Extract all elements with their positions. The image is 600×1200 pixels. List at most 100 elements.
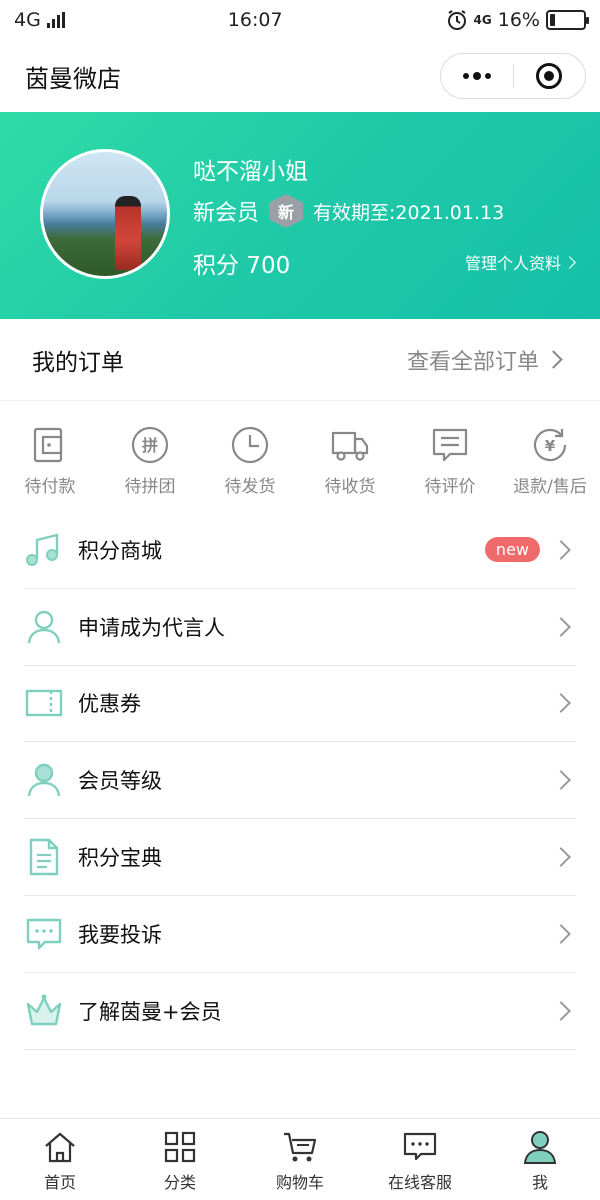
refund-icon: ¥ [533,428,567,462]
clock-icon [231,426,269,464]
view-all-orders-link[interactable]: 查看全部订单 [407,344,568,376]
nav-bar: 茵曼微店 [0,40,600,112]
page-title: 茵曼微店 [25,64,121,93]
tab-me[interactable]: 我 [480,1119,600,1200]
avatar-photo [115,196,141,270]
menu-item-member-level[interactable]: 会员等级 [24,742,576,820]
chevron-right-icon [551,693,571,714]
coupon-icon [24,683,64,723]
cart-icon [284,1132,317,1162]
complaint-icon [24,914,64,954]
order-pending-review[interactable]: 待评价 [400,402,500,510]
chevron-right-icon [563,255,576,269]
order-label: 退款/售后 [513,477,587,497]
chevron-right-icon [551,1000,571,1021]
member-icon [24,760,64,800]
new-badge: new [484,537,540,563]
manage-profile-label: 管理个人资料 [464,254,561,273]
menu-item-points-guide[interactable]: 积分宝典 [24,819,576,896]
avatar[interactable] [40,149,170,279]
comment-icon [432,428,468,462]
menu-item-points-mall[interactable]: 积分商城 new [24,512,576,589]
clock: 16:07 [227,9,283,31]
tab-cart[interactable]: 购物车 [240,1119,360,1200]
person-icon [24,607,64,647]
menu-item-label: 我要投诉 [78,922,162,947]
points: 积分 700 [193,253,291,279]
order-label: 待付款 [24,477,76,497]
menu-item-complaint[interactable]: 我要投诉 [24,896,576,973]
menu-item-label: 优惠券 [78,692,141,717]
music-note-icon [24,530,64,570]
order-label: 待拼团 [124,477,176,497]
battery-percent: 16% [497,9,540,31]
tab-label: 在线客服 [387,1173,452,1192]
network-label: 4G [14,9,41,31]
tab-label: 首页 [43,1173,76,1192]
target-icon [536,63,563,89]
my-orders-title: 我的订单 [32,349,124,376]
status-bar: 4G 16:07 4G 16% [0,0,600,40]
menu-item-label: 积分宝典 [78,846,162,871]
menu-item-label: 会员等级 [78,769,162,794]
order-refund[interactable]: ¥ 退款/售后 [500,402,600,510]
tab-customer-service[interactable]: 在线客服 [360,1119,480,1200]
battery-fill [549,14,556,26]
menu-item-label: 积分商城 [78,538,162,563]
more-dots-icon [462,72,491,80]
chevron-right-icon [544,350,563,369]
tab-label: 分类 [163,1173,196,1192]
chevron-right-icon [551,923,571,944]
tab-label: 我 [531,1173,548,1192]
chat-icon [403,1132,437,1161]
tab-home[interactable]: 首页 [0,1119,120,1200]
status-left: 4G [14,9,65,31]
group-buy-icon: 拼 [131,426,169,464]
alarm-icon [447,10,466,30]
chevron-right-icon [551,770,571,791]
chevron-right-icon [551,847,571,867]
username: 哒不溜小姐 [193,159,308,185]
wallet-icon [33,427,63,463]
truck-icon [331,431,369,461]
more-button[interactable] [441,54,513,98]
tab-category[interactable]: 分类 [120,1119,240,1200]
status-right: 4G 16% [446,9,589,31]
chevron-right-icon [551,539,571,560]
crown-icon [24,991,64,1031]
grid-icon [164,1131,196,1163]
manage-profile-link[interactable]: 管理个人资料 [465,250,576,274]
profile-icon [523,1131,557,1164]
document-icon [24,837,64,877]
order-label: 待发货 [224,477,276,497]
profile-header: 哒不溜小姐 新会员 新 有效期至:2021.01.13 积分 700 管理个人资… [0,112,600,319]
menu-list: 积分商城 new 申请成为代言人 优惠券 会员等级 积分宝典 我要投诉 了解茵曼… [24,512,576,1050]
expiry-date: 有效期至:2021.01.13 [313,201,505,224]
signal-icon [46,12,65,28]
chevron-right-icon [551,616,571,637]
tab-label: 购物车 [275,1173,324,1192]
battery-icon [545,10,589,30]
close-mini-program-button[interactable] [514,54,586,98]
view-all-orders-label: 查看全部订单 [406,349,539,375]
menu-item-label: 申请成为代言人 [78,615,225,640]
menu-item-label: 了解茵曼+会员 [78,999,222,1024]
order-label: 待评价 [424,477,476,497]
order-pending-shipment[interactable]: 待发货 [200,402,300,510]
order-status-bar: 待付款 拼 待拼团 待发货 待收货 待评价 ¥ 退款/售后 [0,402,600,510]
home-icon [45,1132,75,1163]
tab-bar: 首页 分类 购物车 在线客服 我 [0,1118,600,1200]
order-pending-receipt[interactable]: 待收货 [300,402,400,510]
svg-text:¥: ¥ [545,437,556,455]
member-row: 新会员 新 有效期至:2021.01.13 [193,194,504,228]
order-pending-payment[interactable]: 待付款 [0,402,100,510]
member-level: 新会员 [193,201,260,226]
menu-item-ambassador[interactable]: 申请成为代言人 [24,589,576,666]
svg-text:拼: 拼 [142,436,158,455]
mini-program-capsule [440,53,586,99]
my-orders-header: 我的订单 查看全部订单 [0,319,600,401]
order-pending-group[interactable]: 拼 待拼团 [100,402,200,510]
menu-item-plus-member[interactable]: 了解茵曼+会员 [24,973,576,1050]
network2-label: 4G [473,13,492,27]
menu-item-coupons[interactable]: 优惠券 [24,666,576,743]
